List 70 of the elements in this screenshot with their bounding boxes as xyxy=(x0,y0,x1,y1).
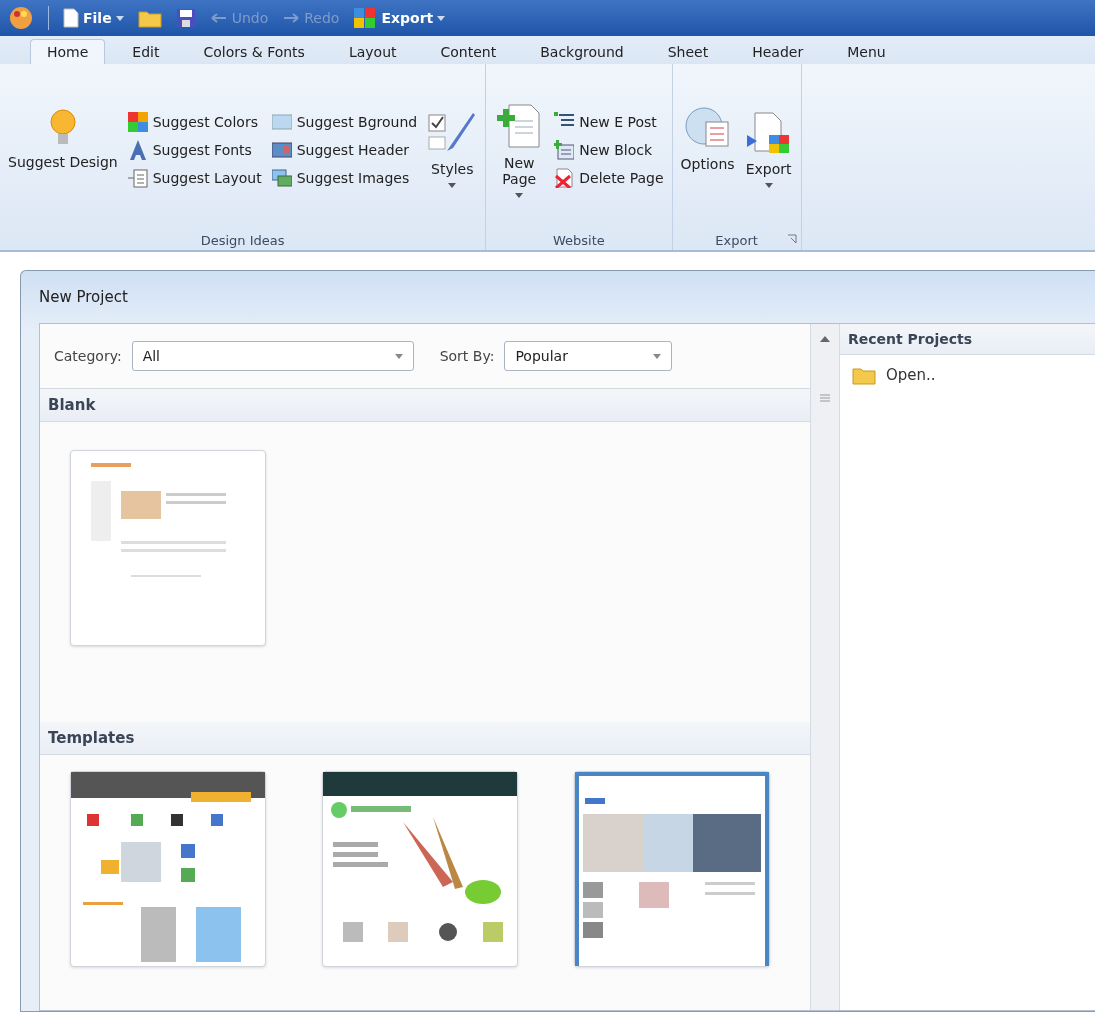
website-template-thumbnail[interactable] xyxy=(70,771,266,967)
panel-header: Recent Projects xyxy=(840,324,1095,355)
document-icon xyxy=(63,8,79,28)
color-grid-icon xyxy=(127,111,148,132)
header-image-icon xyxy=(271,139,292,160)
export-icon xyxy=(353,6,378,30)
ribbon-tab[interactable]: Layout xyxy=(331,39,414,64)
new-page-icon xyxy=(497,101,542,149)
ribbon-button[interactable]: Suggest Colors xyxy=(125,110,264,133)
section-header: Templates xyxy=(40,722,810,755)
website-template-thumbnail[interactable] xyxy=(70,450,266,646)
ribbon-button[interactable]: Suggest Design xyxy=(6,68,120,231)
ribbon-tab[interactable]: Menu xyxy=(830,39,903,64)
quick-access-button[interactable]: Export xyxy=(353,6,446,30)
open-project-link[interactable]: Open.. xyxy=(840,355,948,395)
redo-icon xyxy=(282,11,301,25)
sort-dropdown[interactable]: Popular xyxy=(504,341,673,371)
palette-icon[interactable] xyxy=(8,5,34,31)
layout-icon xyxy=(127,167,148,188)
caret-icon xyxy=(515,193,524,198)
dialog-launcher-icon[interactable] xyxy=(786,234,797,244)
section-header: Blank xyxy=(40,389,810,422)
ribbon-button[interactable]: Export xyxy=(742,68,795,231)
images-icon xyxy=(271,167,292,188)
quick-access-button[interactable]: File xyxy=(63,8,124,28)
delete-page-icon xyxy=(554,167,575,188)
ribbon-tab[interactable]: Edit xyxy=(115,39,177,64)
scroll-grip-icon[interactable] xyxy=(820,394,830,402)
ribbon-tab[interactable]: Colors & Fonts xyxy=(186,39,322,64)
category-dropdown[interactable]: All xyxy=(131,341,414,371)
ribbon-button[interactable]: Suggest Images xyxy=(269,166,420,189)
globe-list-icon xyxy=(683,105,732,150)
ribbon-tab[interactable]: Header xyxy=(735,39,821,64)
ribbon-tab[interactable]: Sheet xyxy=(650,39,726,64)
ribbon-tab[interactable]: Home xyxy=(30,39,106,64)
letter-a-icon xyxy=(127,139,148,160)
ribbon-tab[interactable]: Content xyxy=(423,39,514,64)
caret-icon xyxy=(394,353,403,359)
ribbon-group-title: Export xyxy=(714,232,759,248)
ribbon-button[interactable]: Suggest Header xyxy=(269,138,420,161)
ribbon-button[interactable]: Suggest Fonts xyxy=(125,138,264,161)
ribbon-group-title: Design Ideas xyxy=(199,232,286,248)
ribbon-button[interactable]: Options xyxy=(678,68,737,231)
undo-icon xyxy=(209,11,228,25)
website-template-thumbnail[interactable] xyxy=(322,771,518,967)
sort-label: Sort By: xyxy=(439,348,495,364)
ribbon-button[interactable]: Styles xyxy=(425,68,480,231)
ribbon-tab[interactable]: Background xyxy=(523,39,641,64)
scroll-up-icon[interactable] xyxy=(820,336,830,342)
caret-icon xyxy=(764,183,773,188)
save-icon[interactable] xyxy=(175,8,196,28)
ribbon-group-title: Website xyxy=(552,232,606,248)
caret-icon xyxy=(437,15,446,21)
ribbon-button[interactable]: Suggest Layout xyxy=(125,166,264,189)
background-image-icon xyxy=(271,111,292,132)
ribbon-button[interactable]: New Page xyxy=(492,68,547,231)
category-label: Category: xyxy=(54,348,122,364)
dialog-title: New Project xyxy=(39,287,129,308)
caret-icon xyxy=(653,353,662,359)
scrollbar[interactable] xyxy=(810,324,840,1010)
website-template-thumbnail[interactable] xyxy=(574,771,770,967)
block-icon xyxy=(554,139,575,160)
ribbon-button[interactable]: Delete Page xyxy=(552,166,666,189)
ribbon-button[interactable]: New Block xyxy=(552,138,666,161)
ribbon-button[interactable]: New E Post xyxy=(552,110,666,133)
folder-icon[interactable] xyxy=(137,8,162,28)
ribbon-button[interactable]: Suggest Bground xyxy=(269,110,420,133)
caret-icon xyxy=(115,15,124,21)
folder-icon xyxy=(852,365,876,385)
caret-icon xyxy=(448,183,457,188)
